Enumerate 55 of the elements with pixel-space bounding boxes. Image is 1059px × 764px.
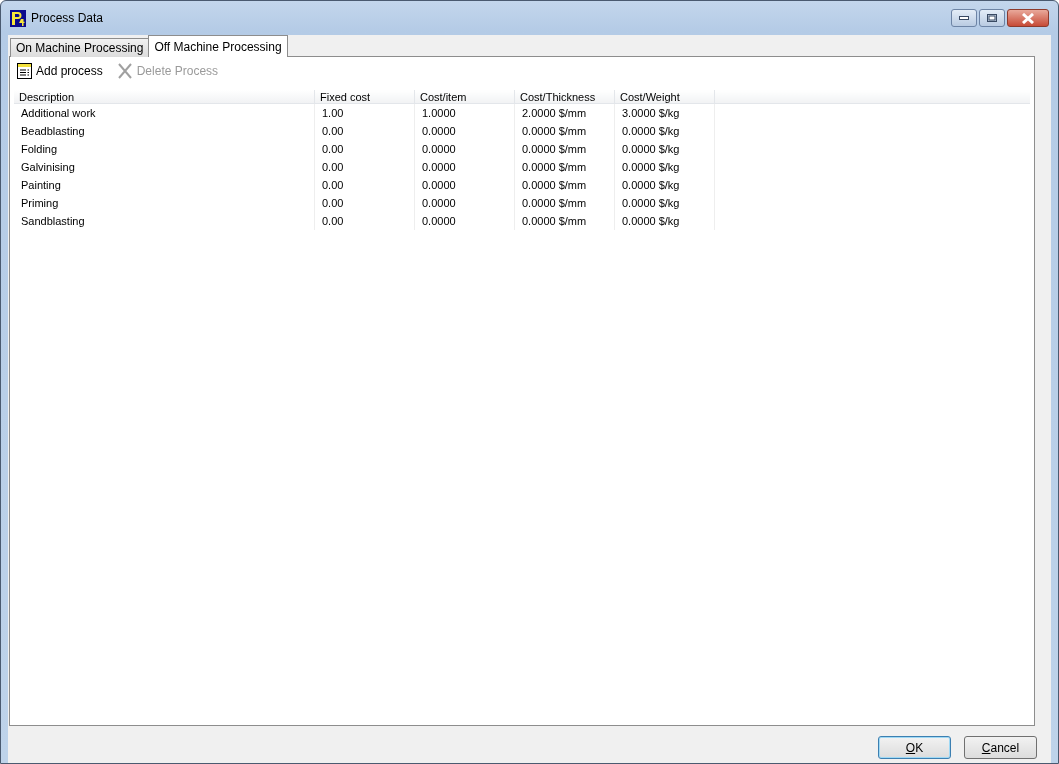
table-cell: 0.0000 $/mm (514, 212, 615, 230)
minimize-icon (959, 16, 969, 20)
dialog-button[interactable]: Cancel (964, 736, 1037, 759)
table-cell: Additional work (14, 103, 315, 122)
table-cell: Painting (14, 176, 315, 194)
table-cell: 3.0000 $/kg (614, 103, 715, 122)
table-cell: 0.0000 $/kg (614, 158, 715, 176)
table-cell: 0.0000 (414, 122, 515, 140)
table-cell: Priming (14, 194, 315, 212)
table-cell: 0.0000 (414, 158, 515, 176)
column-header[interactable]: Cost/item (414, 90, 515, 104)
table-cell: 0.0000 $/mm (514, 140, 615, 158)
add-process-button[interactable]: Add process (17, 63, 103, 79)
table-cell: 0.0000 $/mm (514, 194, 615, 212)
window-title: Process Data (31, 11, 104, 25)
table-cell: 2.0000 $/mm (514, 103, 615, 122)
table-cell: 0.0000 $/mm (514, 176, 615, 194)
dialog-button[interactable]: OK (878, 736, 951, 759)
column-header[interactable]: Cost/Thickness (514, 90, 615, 104)
column-header[interactable]: Description (14, 90, 315, 104)
table-cell: 0.0000 $/kg (614, 194, 715, 212)
table-cell: 0.00 (314, 140, 415, 158)
table-cell: 0.0000 $/mm (514, 158, 615, 176)
maximize-button[interactable] (979, 9, 1005, 27)
table-cell: 0.0000 (414, 140, 515, 158)
table-cell: Sandblasting (14, 212, 315, 230)
table-cell: 1.0000 (414, 103, 515, 122)
tab[interactable]: Off Machine Processing (148, 35, 288, 57)
table-cell: 0.0000 (414, 194, 515, 212)
tab[interactable]: On Machine Processing (10, 38, 150, 57)
table-cell: Beadblasting (14, 122, 315, 140)
table-cell: 0.00 (314, 122, 415, 140)
table-cell: 0.00 (314, 158, 415, 176)
minimize-button[interactable] (951, 9, 977, 27)
table-cell: 0.0000 $/kg (614, 140, 715, 158)
table-cell: 0.00 (314, 176, 415, 194)
table-cell: 1.00 (314, 103, 415, 122)
table-cell: 0.00 (314, 212, 415, 230)
table-cell: 0.00 (314, 194, 415, 212)
table-cell: 0.0000 (414, 212, 515, 230)
table-cell: 0.0000 $/mm (514, 122, 615, 140)
table-cell: Folding (14, 140, 315, 158)
table-cell: 0.0000 $/kg (614, 122, 715, 140)
column-header[interactable]: Cost/Weight (614, 90, 715, 104)
table-cell: 0.0000 (414, 176, 515, 194)
app-logo-icon (10, 9, 26, 27)
table-cell: 0.0000 $/kg (614, 212, 715, 230)
table-cell: 0.0000 $/kg (614, 176, 715, 194)
table-cell: Galvinising (14, 158, 315, 176)
delete-icon (116, 63, 133, 79)
column-header[interactable]: Fixed cost (314, 90, 415, 104)
maximize-icon (987, 14, 997, 22)
close-icon (1021, 12, 1035, 24)
close-button[interactable] (1007, 9, 1049, 27)
list-icon (17, 63, 32, 79)
